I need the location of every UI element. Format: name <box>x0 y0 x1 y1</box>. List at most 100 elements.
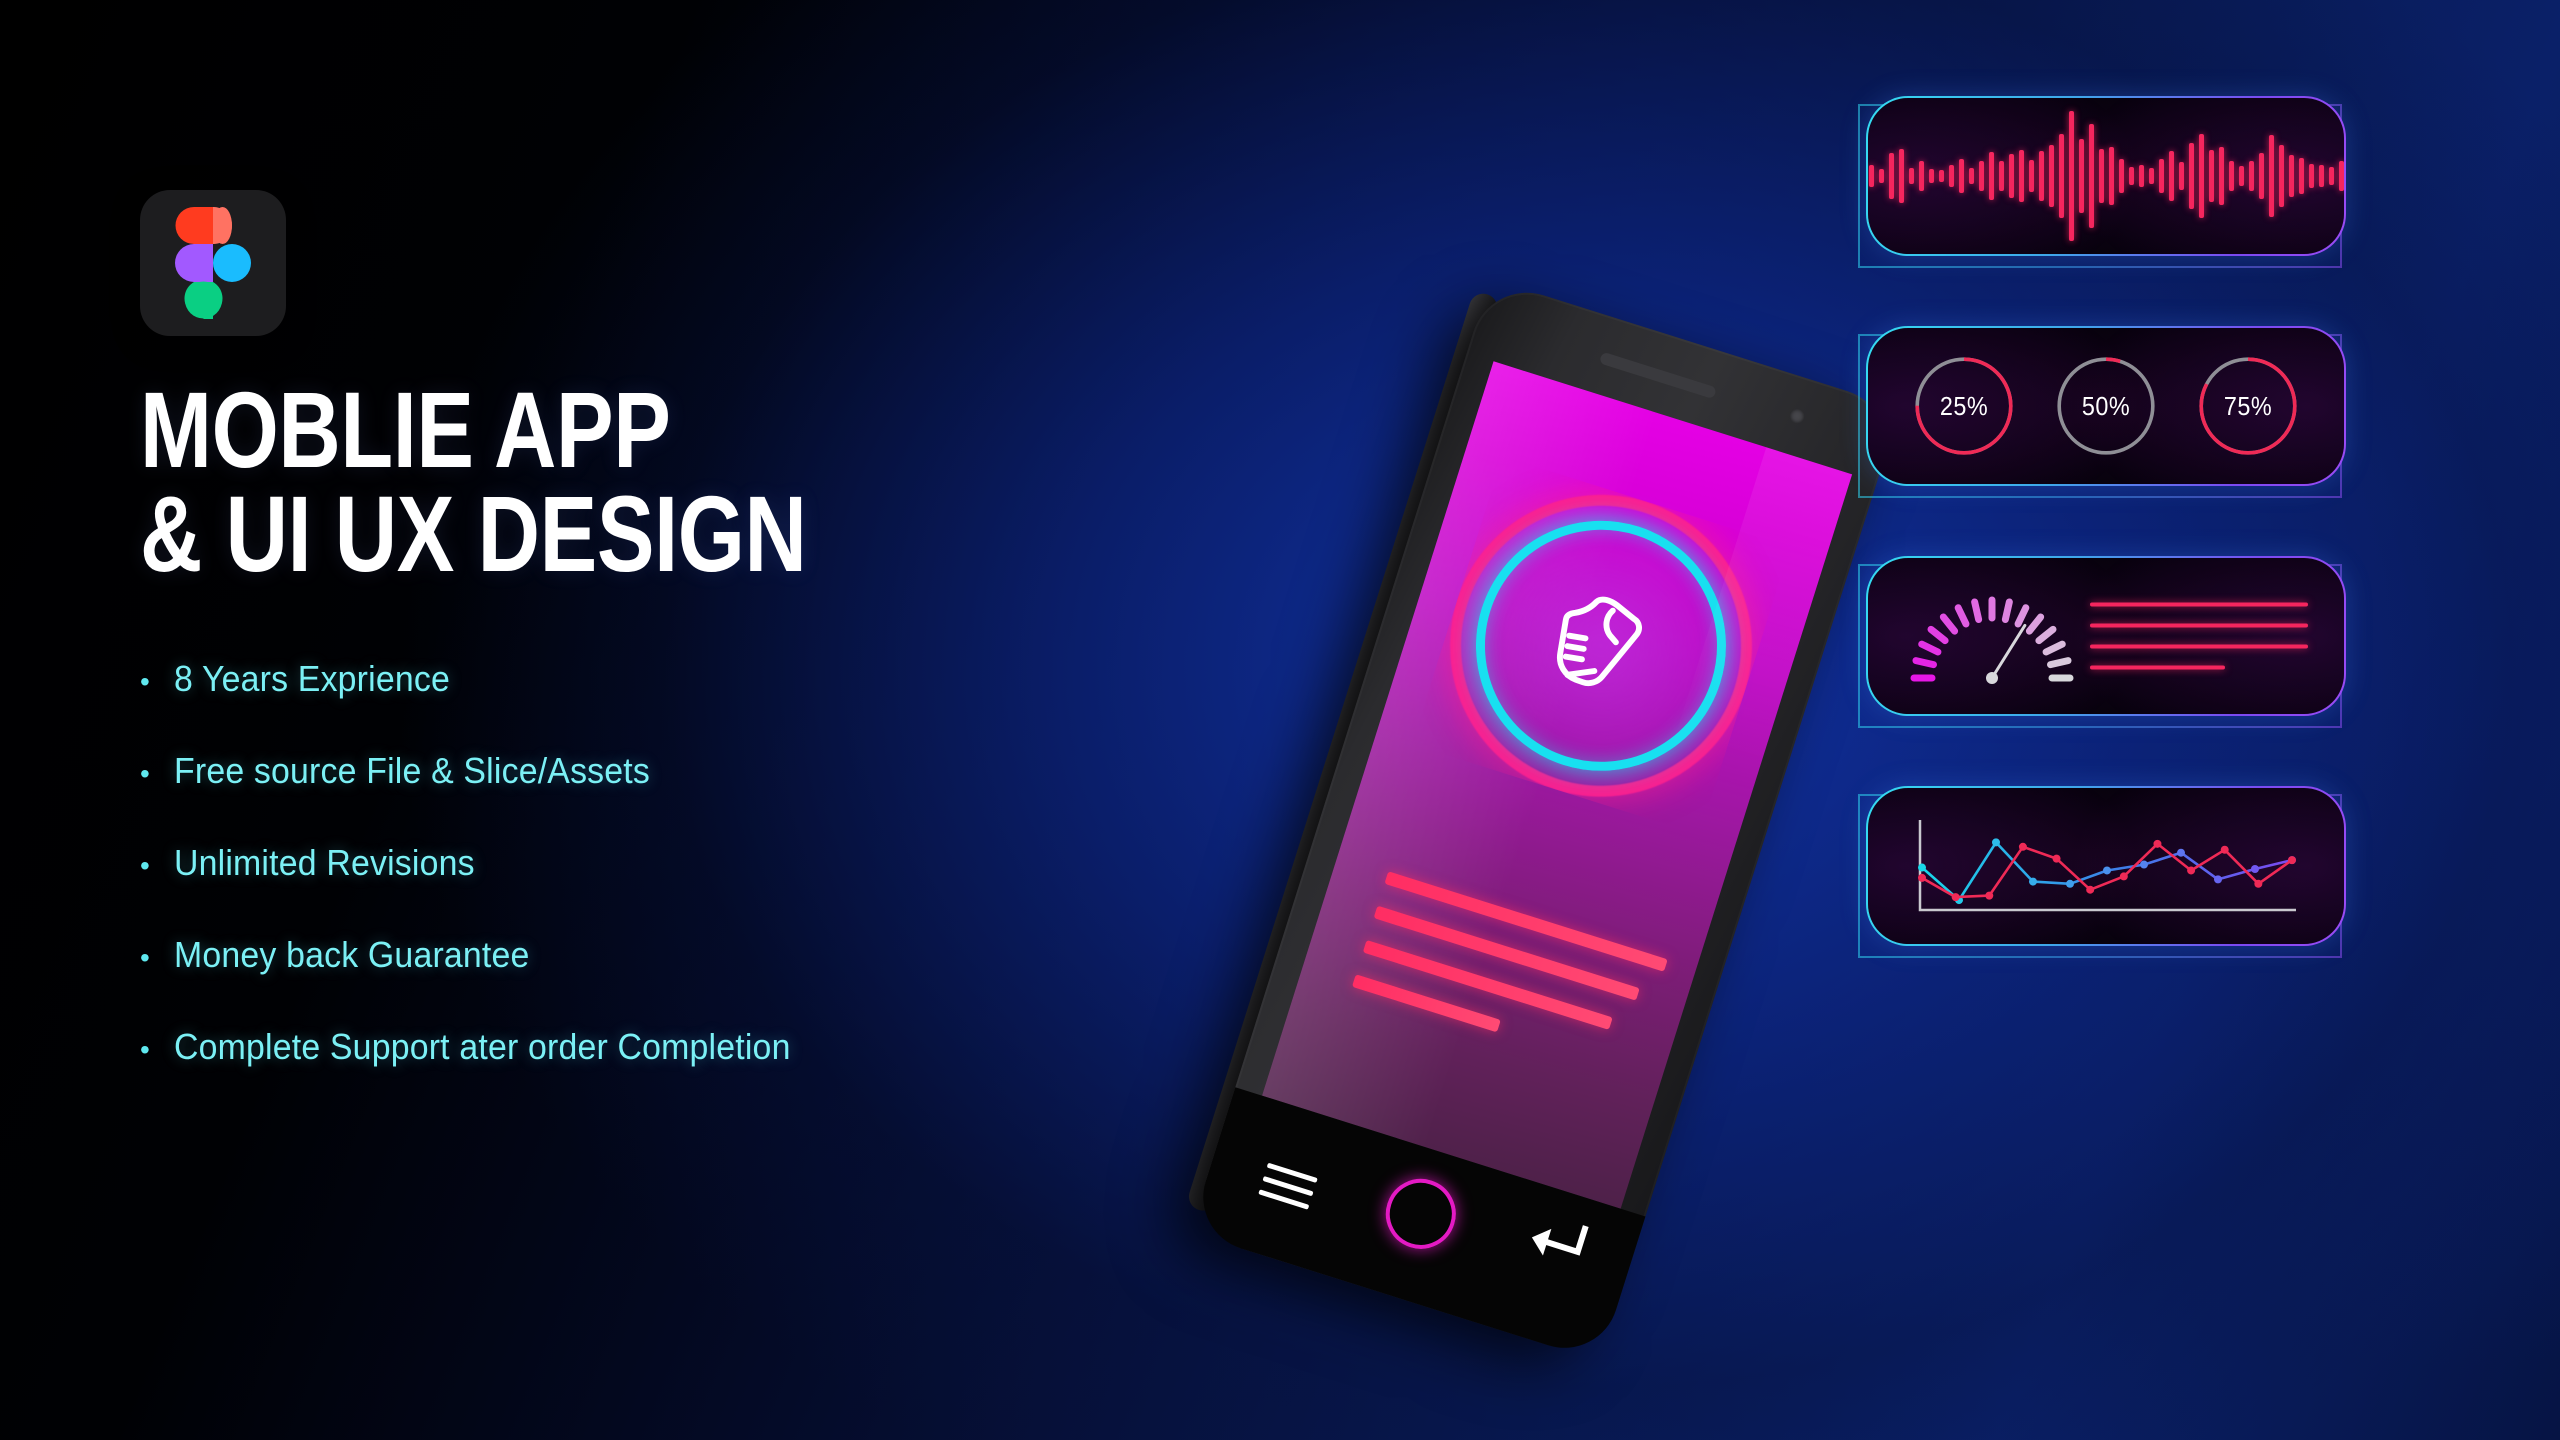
card-surface <box>1868 788 2344 944</box>
back-arrow-icon[interactable] <box>1516 1206 1594 1274</box>
chart-point <box>2254 879 2263 888</box>
list-item: • Unlimited Revisions <box>140 842 1260 884</box>
progress-ring-75[interactable]: 75% <box>2194 352 2302 460</box>
app-icon-ring-group <box>1432 476 1771 815</box>
phone-screen <box>1262 361 1853 1209</box>
figma-logo-glyph <box>175 207 251 319</box>
waveform-bar <box>1908 168 1914 184</box>
content-placeholder-lines <box>1345 871 1668 1097</box>
chart-point <box>2153 839 2162 848</box>
gauge-tick <box>2025 613 2045 635</box>
bullet-dot-icon: • <box>140 941 150 973</box>
card-border-frame <box>1866 556 2346 716</box>
placeholder-line <box>2090 623 2308 628</box>
chart-point <box>1918 873 1926 882</box>
waveform-bar <box>1938 170 1944 182</box>
waveform-bar <box>2218 147 2224 205</box>
gauge-tick <box>2046 657 2072 669</box>
waveform-bar <box>2248 161 2254 191</box>
waveform-bar <box>1948 165 1954 187</box>
poster-canvas: MOBLIE APP & UI UX DESIGN • 8 Years Expr… <box>0 0 2560 1440</box>
chart-point <box>2251 865 2259 873</box>
phone-body <box>1189 278 1901 1362</box>
line-chart-widget[interactable] <box>1858 786 2346 958</box>
figma-logo <box>140 190 286 336</box>
waveform-bar <box>1918 161 1924 191</box>
list-item: • 8 Years Exprience <box>140 658 1260 700</box>
gauge-tick <box>1954 604 1970 628</box>
bullet-dot-icon: • <box>140 1033 150 1065</box>
card-surface <box>1868 558 2344 714</box>
ring-label: 75% <box>2223 390 2273 421</box>
waveform-bar <box>2288 155 2294 197</box>
waveform-bar <box>2308 164 2314 188</box>
progress-rings-widget[interactable]: 25% 50% 75% <box>1858 326 2346 498</box>
chart-point <box>1951 893 1960 902</box>
list-item-label: 8 Years Exprience <box>174 657 450 699</box>
gauge-dial <box>1910 596 2074 684</box>
list-item: • Money back Guarantee <box>140 934 1260 976</box>
list-item-label: Free source File & Slice/Assets <box>174 749 650 791</box>
waveform-bar <box>2008 154 2014 198</box>
chart-point <box>1918 863 1926 872</box>
front-camera-icon <box>1788 407 1806 425</box>
home-circle-icon[interactable] <box>1376 1169 1465 1258</box>
waveform-bar <box>2038 151 2044 201</box>
waveform-bar <box>2078 139 2084 213</box>
gauge <box>1902 582 2082 690</box>
waveform-bar <box>2088 124 2094 228</box>
placeholder-line <box>2090 665 2226 670</box>
chart-point <box>2066 879 2074 888</box>
waveform-bar <box>1878 169 1884 183</box>
audio-waveform-widget[interactable] <box>1858 96 2346 268</box>
speedometer-widget[interactable] <box>1858 556 2346 728</box>
waveform-bar <box>2108 147 2114 205</box>
list-item-label: Unlimited Revisions <box>174 841 475 883</box>
gauge-tick <box>2035 625 2057 645</box>
waveform-bar <box>2128 167 2134 185</box>
bullet-dot-icon: • <box>140 665 150 697</box>
sneaker-icon[interactable] <box>1533 578 1669 714</box>
gauge-hub <box>1986 672 1998 684</box>
hamburger-menu-icon[interactable] <box>1256 1162 1318 1219</box>
card-border-frame <box>1866 96 2346 256</box>
placeholder-line <box>2090 644 2308 649</box>
waveform-bar <box>2298 158 2304 194</box>
chart-point <box>2052 854 2061 863</box>
waveform-bar <box>2238 166 2244 186</box>
waveform-bar <box>2068 111 2074 241</box>
waveform-bar <box>1958 159 1964 193</box>
ring-label: 25% <box>1939 390 1989 421</box>
waveform-bar <box>2098 149 2104 203</box>
waveform-bar <box>2188 143 2194 209</box>
waveform-bar <box>2198 134 2204 218</box>
waveform-bar <box>2168 151 2174 201</box>
waveform-bars <box>1868 98 2344 254</box>
waveform-bar <box>2338 161 2344 191</box>
earpiece-speaker <box>1599 351 1718 400</box>
gauge-tick <box>1918 640 1942 656</box>
waveform-bar <box>1868 165 1874 187</box>
progress-ring-25[interactable]: 25% <box>1910 352 2018 460</box>
chart-point <box>2119 872 2128 881</box>
waveform-bar <box>1998 161 2004 191</box>
chart-point <box>1985 891 1994 900</box>
chart-point <box>2214 875 2222 884</box>
bullet-dot-icon: • <box>140 757 150 789</box>
gauge-tick <box>1912 657 1938 669</box>
waveform-bar <box>2278 145 2284 207</box>
chart-point <box>2187 866 2196 875</box>
ring-label: 50% <box>2081 390 2131 421</box>
waveform-bar <box>2028 160 2034 192</box>
waveform-bar <box>2178 162 2184 190</box>
waveform-bar <box>2138 165 2144 187</box>
feature-list: • 8 Years Exprience • Free source File &… <box>140 658 1260 1068</box>
waveform-bar <box>2228 161 2234 191</box>
phone-device <box>1185 278 1901 1362</box>
chart-point <box>2220 845 2229 854</box>
gauge-tick <box>2001 598 2013 624</box>
gauge-tick <box>2014 604 2030 628</box>
progress-ring-50[interactable]: 50% <box>2052 352 2160 460</box>
waveform-bar <box>1988 152 1994 200</box>
placeholder-line <box>2090 602 2308 607</box>
